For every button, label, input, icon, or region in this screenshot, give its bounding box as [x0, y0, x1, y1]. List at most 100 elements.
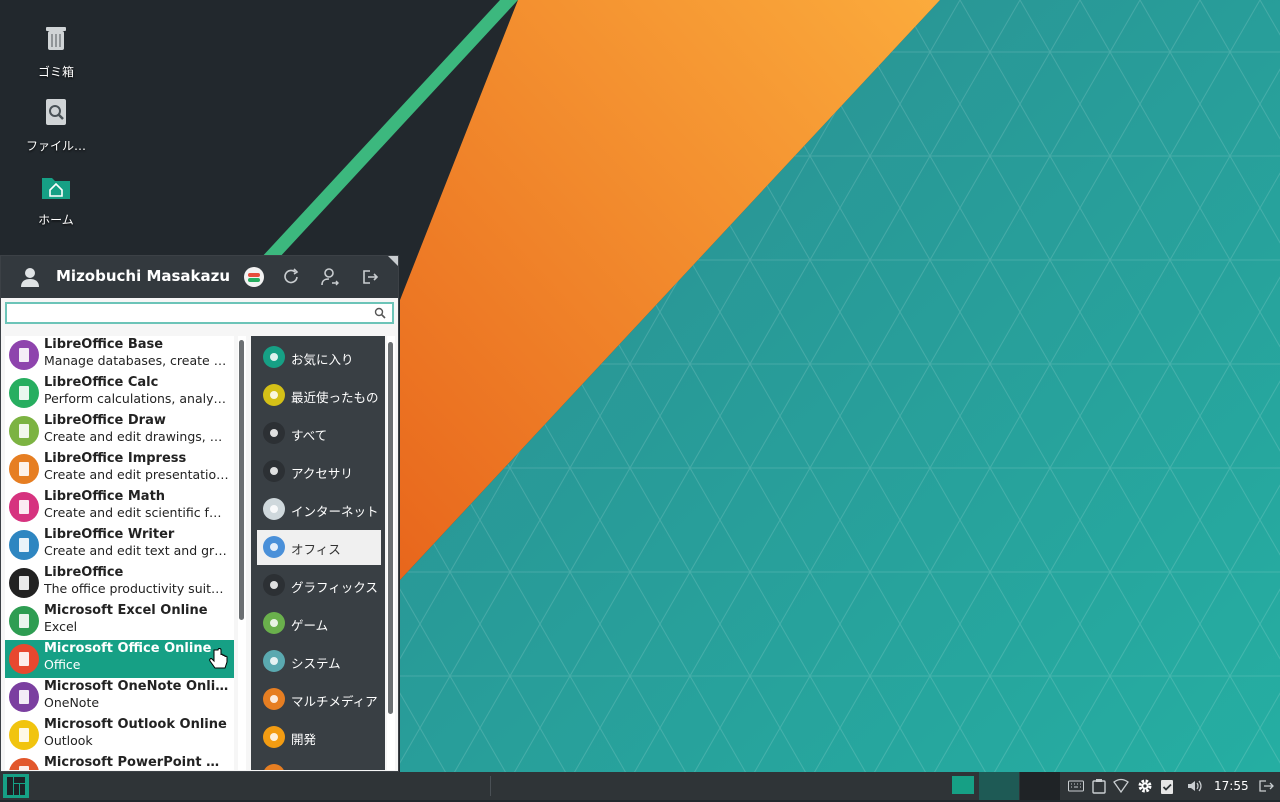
- app-list-item[interactable]: Microsoft OneNote Onli… OneNote: [5, 678, 234, 716]
- category-item[interactable]: インターネット: [257, 492, 381, 527]
- desktop-icon-label: ゴミ箱: [37, 65, 74, 79]
- home-folder-icon: [42, 178, 70, 199]
- system-icon: [263, 650, 285, 672]
- scrollbar-thumb[interactable]: [388, 342, 393, 714]
- app-icon: [9, 340, 39, 370]
- category-label: 教育: [291, 767, 316, 770]
- category-label: システム: [291, 656, 341, 671]
- category-item[interactable]: すべて: [257, 416, 381, 451]
- app-description: Create and edit drawings, fl…: [44, 429, 229, 444]
- app-icon: [9, 682, 39, 712]
- category-label: 最近使ったもの: [291, 390, 379, 405]
- search-input[interactable]: [5, 302, 394, 324]
- app-list-item[interactable]: Microsoft Office Online Office: [5, 640, 234, 678]
- app-description: Create and edit presentatio…: [44, 467, 229, 482]
- file-manager-icon: [46, 99, 66, 125]
- app-icon: [9, 492, 39, 522]
- clipboard-icon[interactable]: [1092, 778, 1106, 794]
- app-description: Perform calculations, analyz…: [44, 391, 229, 406]
- games-icon: [263, 612, 285, 634]
- multimedia-icon: [263, 688, 285, 710]
- application-list-scrollbar[interactable]: [238, 336, 246, 770]
- education-icon: [263, 764, 285, 770]
- category-item[interactable]: 開発: [257, 720, 381, 755]
- app-list-item[interactable]: LibreOffice Draw Create and edit drawings…: [5, 412, 234, 450]
- app-list-item[interactable]: LibreOffice Calc Perform calculations, an…: [5, 374, 234, 412]
- scrollbar-thumb[interactable]: [239, 340, 244, 620]
- app-name: LibreOffice Impress: [44, 451, 187, 466]
- lock-screen-icon[interactable]: [281, 266, 303, 288]
- category-item[interactable]: システム: [257, 644, 381, 679]
- search-field[interactable]: [11, 305, 375, 323]
- category-label: オフィス: [291, 542, 341, 557]
- workspace-3[interactable]: [1020, 772, 1060, 800]
- category-item[interactable]: グラフィックス: [257, 568, 381, 603]
- logout-icon[interactable]: [358, 266, 380, 288]
- desktop-icon-trash[interactable]: ゴミ箱: [16, 22, 96, 80]
- app-description: OneNote: [44, 695, 100, 710]
- start-menu-button[interactable]: [3, 774, 29, 798]
- trash-icon: [46, 27, 66, 50]
- clock[interactable]: 17:55: [1214, 779, 1249, 793]
- switch-user-icon[interactable]: [319, 266, 341, 288]
- app-list-item[interactable]: LibreOffice Math Create and edit scientif…: [5, 488, 234, 526]
- category-label: すべて: [291, 428, 328, 443]
- desktop-icon-home[interactable]: ホーム: [16, 170, 96, 228]
- category-label: アクセサリ: [291, 466, 353, 481]
- category-item[interactable]: 教育: [257, 758, 381, 770]
- wifi-icon[interactable]: [1113, 778, 1129, 794]
- app-list-item[interactable]: LibreOffice Writer Create and edit text a…: [5, 526, 234, 564]
- tasks-icon[interactable]: [1160, 777, 1174, 795]
- keyboard-icon[interactable]: [1068, 779, 1084, 793]
- category-item[interactable]: オフィス: [257, 530, 381, 565]
- workspace-1[interactable]: [952, 776, 974, 794]
- app-icon: [9, 606, 39, 636]
- category-item[interactable]: アクセサリ: [257, 454, 381, 489]
- category-item[interactable]: マルチメディア: [257, 682, 381, 717]
- all-apps-icon: [263, 422, 285, 444]
- user-name: Mizobuchi Masakazu: [56, 267, 231, 285]
- resize-grip-icon[interactable]: [388, 256, 398, 266]
- desktop-icon-label: ホーム: [38, 213, 74, 227]
- accessories-icon: [263, 460, 285, 482]
- category-item[interactable]: ゲーム: [257, 606, 381, 641]
- menu-header: Mizobuchi Masakazu: [1, 256, 398, 298]
- app-name: Microsoft OneNote Onli…: [44, 679, 229, 694]
- app-list-item[interactable]: Microsoft Outlook Online Outlook: [5, 716, 234, 754]
- app-description: The office productivity suit…: [44, 581, 224, 596]
- app-description: Manage databases, create q…: [44, 353, 229, 368]
- hand-cursor-icon: [209, 648, 228, 669]
- internet-icon: [263, 498, 285, 520]
- app-list-item[interactable]: LibreOffice Impress Create and edit prese…: [5, 450, 234, 488]
- app-list-item[interactable]: Microsoft Excel Online Excel: [5, 602, 234, 640]
- workspace-2[interactable]: [979, 772, 1019, 800]
- user-avatar-icon: [21, 268, 39, 287]
- app-description: Outlook: [44, 733, 93, 748]
- manjaro-logo-icon: [7, 777, 25, 795]
- app-icon: [9, 568, 39, 598]
- desktop-icon-files[interactable]: ファイル…: [16, 96, 96, 154]
- category-list-scrollbar[interactable]: [387, 336, 395, 770]
- settings-gear-icon[interactable]: [1136, 777, 1154, 795]
- category-label: インターネット: [291, 504, 379, 519]
- app-name: Microsoft PowerPoint O…: [44, 755, 229, 770]
- volume-icon[interactable]: [1187, 779, 1203, 793]
- app-list-item[interactable]: LibreOffice The office productivity suit…: [5, 564, 234, 602]
- application-menu: Mizobuchi Masakazu LibreOffice Base Mana…: [0, 255, 399, 772]
- app-list-item[interactable]: Microsoft PowerPoint O…: [5, 754, 234, 770]
- app-name: LibreOffice Math: [44, 489, 166, 504]
- app-name: Microsoft Excel Online: [44, 603, 208, 618]
- taskbar: 17:55: [0, 772, 1280, 800]
- app-list-item[interactable]: LibreOffice Base Manage databases, create…: [5, 336, 234, 374]
- desktop-icon-label: ファイル…: [25, 139, 86, 153]
- category-list: お気に入り最近使ったもの すべてアクセサリインターネット オフィスグラフィックスゲー…: [251, 336, 385, 770]
- app-icon: [9, 644, 39, 674]
- logout-icon[interactable]: [1258, 779, 1274, 793]
- app-name: Microsoft Office Online: [44, 641, 212, 656]
- settings-icon[interactable]: [243, 266, 265, 288]
- category-item[interactable]: 最近使ったもの: [257, 378, 381, 413]
- graphics-icon: [263, 574, 285, 596]
- app-name: LibreOffice Calc: [44, 375, 159, 390]
- category-label: ゲーム: [291, 618, 329, 633]
- category-item[interactable]: お気に入り: [257, 340, 381, 375]
